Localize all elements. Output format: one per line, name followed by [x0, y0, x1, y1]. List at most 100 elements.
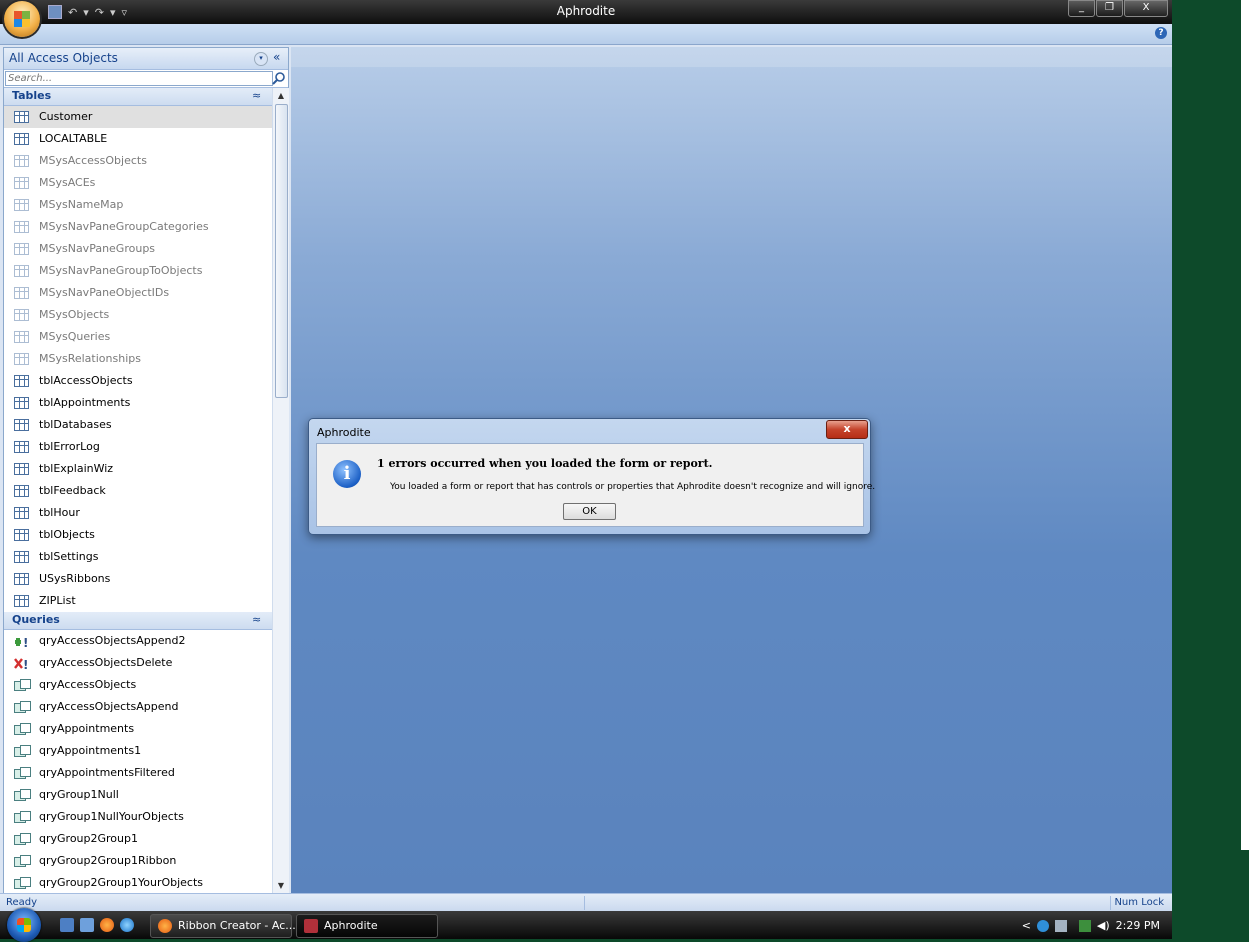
nav-item-label: qryAccessObjectsDelete — [39, 656, 173, 669]
workspace-band — [291, 47, 1172, 67]
nav-scrollbar[interactable]: ▲ ▼ — [272, 88, 289, 894]
start-button[interactable] — [7, 908, 41, 942]
taskbar-item-ribbon-creator[interactable]: Ribbon Creator - Ac... — [150, 914, 296, 938]
table-icon — [14, 111, 29, 123]
scroll-up-icon[interactable]: ▲ — [275, 90, 287, 102]
nav-item-table[interactable]: tblAccessObjects — [4, 370, 288, 392]
scroll-down-icon[interactable]: ▼ — [275, 880, 287, 892]
nav-item-query[interactable]: qryGroup1Null — [4, 784, 288, 806]
nav-item-label: MSysNavPaneGroups — [39, 242, 156, 255]
nav-item-table[interactable]: LOCALTABLE — [4, 128, 288, 150]
nav-item-table[interactable]: MSysNavPaneGroupCategories — [4, 216, 288, 238]
nav-item-table[interactable]: MSysACEs — [4, 172, 288, 194]
nav-item-query[interactable]: ! qryAccessObjectsAppend2 — [4, 630, 288, 652]
table-icon — [14, 287, 29, 299]
nav-item-label: tblSettings — [39, 550, 99, 563]
nav-item-table[interactable]: tblDatabases — [4, 414, 288, 436]
table-icon — [14, 595, 29, 607]
nav-item-table[interactable]: tblObjects — [4, 524, 288, 546]
nav-item-table[interactable]: MSysNavPaneGroups — [4, 238, 288, 260]
table-icon — [14, 551, 29, 563]
system-tray: < ◀) 2:29 PM — [1022, 919, 1160, 932]
table-icon — [14, 155, 29, 167]
nav-item-query[interactable]: qryAppointments1 — [4, 740, 288, 762]
title-bar: ↶ ▾ ↷ ▾ ▿ Aphrodite _ ❐ X — [0, 0, 1172, 24]
windows-logo-icon — [17, 918, 31, 932]
nav-item-query[interactable]: qryGroup2Group1Ribbon — [4, 850, 288, 872]
nav-item-table[interactable]: Customer — [4, 106, 288, 128]
group-header-queries[interactable]: Queries ≈ — [4, 612, 288, 630]
nav-item-table[interactable]: MSysAccessObjects — [4, 150, 288, 172]
nav-item-label: tblDatabases — [39, 418, 112, 431]
collapse-chevron-icon[interactable]: ≈ — [252, 613, 261, 626]
nav-item-label: tblAccessObjects — [39, 374, 133, 387]
nav-item-label: qryGroup1Null — [39, 788, 119, 801]
nav-item-table[interactable]: MSysNameMap — [4, 194, 288, 216]
nav-item-table[interactable]: MSysNavPaneObjectIDs — [4, 282, 288, 304]
nav-item-table[interactable]: tblExplainWiz — [4, 458, 288, 480]
select-query-icon — [14, 789, 31, 801]
windows-taskbar: Ribbon Creator - Ac... Aphrodite < ◀) 2:… — [0, 908, 1172, 942]
search-input[interactable] — [5, 71, 273, 86]
nav-item-query[interactable]: qryAccessObjectsAppend — [4, 696, 288, 718]
select-query-icon — [14, 833, 31, 845]
maximize-button[interactable]: ❐ — [1096, 0, 1123, 17]
show-desktop-icon[interactable] — [60, 918, 74, 932]
volume-icon[interactable]: ◀) — [1097, 919, 1110, 932]
nav-item-table[interactable]: tblSettings — [4, 546, 288, 568]
internet-explorer-icon[interactable] — [120, 918, 134, 932]
nav-item-table[interactable]: MSysNavPaneGroupToObjects — [4, 260, 288, 282]
ribbon-strip: ? — [0, 24, 1172, 45]
nav-item-query[interactable]: qryGroup2Group1 — [4, 828, 288, 850]
help-icon[interactable]: ? — [1155, 27, 1167, 39]
nav-item-query[interactable]: qryAppointments — [4, 718, 288, 740]
tray-security-icon[interactable] — [1054, 919, 1067, 932]
task-label: Ribbon Creator - Ac... — [178, 919, 296, 932]
nav-item-label: ZIPList — [39, 594, 76, 607]
nav-menu-dropdown-icon[interactable]: ▾ — [254, 52, 268, 66]
nav-item-table[interactable]: MSysRelationships — [4, 348, 288, 370]
network-icon[interactable] — [1078, 919, 1091, 932]
close-button[interactable]: X — [1124, 0, 1168, 17]
nav-item-query[interactable]: ! qryAccessObjectsDelete — [4, 652, 288, 674]
nav-item-table[interactable]: tblAppointments — [4, 392, 288, 414]
nav-item-table[interactable]: MSysObjects — [4, 304, 288, 326]
desktop-background — [1172, 0, 1249, 939]
tray-expand-icon[interactable]: < — [1022, 919, 1031, 932]
nav-item-query[interactable]: qryAppointmentsFiltered — [4, 762, 288, 784]
tray-app-icon[interactable] — [1036, 919, 1049, 932]
switch-windows-icon[interactable] — [80, 918, 94, 932]
office-button[interactable] — [4, 1, 40, 37]
table-icon — [14, 199, 29, 211]
nav-item-query[interactable]: qryAccessObjects — [4, 674, 288, 696]
ok-button[interactable]: OK — [563, 503, 616, 520]
clock[interactable]: 2:29 PM — [1116, 919, 1160, 932]
group-header-tables[interactable]: Tables ≈ — [4, 88, 288, 106]
nav-item-table[interactable]: ZIPList — [4, 590, 288, 612]
nav-item-table[interactable]: tblErrorLog — [4, 436, 288, 458]
table-icon — [14, 507, 29, 519]
nav-item-label: tblExplainWiz — [39, 462, 114, 475]
collapse-chevron-icon[interactable]: ≈ — [252, 89, 261, 102]
firefox-icon[interactable] — [100, 918, 114, 932]
nav-search-bar — [4, 70, 288, 88]
dialog-close-button[interactable]: x — [826, 420, 868, 439]
taskbar-item-aphrodite[interactable]: Aphrodite — [296, 914, 438, 938]
search-icon[interactable] — [272, 71, 286, 85]
scroll-thumb[interactable] — [275, 104, 288, 398]
table-icon — [14, 243, 29, 255]
nav-item-table[interactable]: tblFeedback — [4, 480, 288, 502]
nav-item-table[interactable]: tblHour — [4, 502, 288, 524]
shutter-bar-close-icon[interactable]: « — [273, 50, 280, 64]
nav-item-query[interactable]: qryGroup2Group1YourObjects — [4, 872, 288, 894]
minimize-button[interactable]: _ — [1068, 0, 1095, 17]
nav-item-label: tblAppointments — [39, 396, 131, 409]
nav-item-label: tblObjects — [39, 528, 95, 541]
nav-pane-header[interactable]: All Access Objects ▾ « — [4, 48, 288, 70]
nav-item-label: Customer — [39, 110, 93, 123]
nav-item-table[interactable]: USysRibbons — [4, 568, 288, 590]
nav-item-table[interactable]: MSysQueries — [4, 326, 288, 348]
select-query-icon — [14, 855, 31, 867]
select-query-icon — [14, 767, 31, 779]
nav-item-query[interactable]: qryGroup1NullYourObjects — [4, 806, 288, 828]
